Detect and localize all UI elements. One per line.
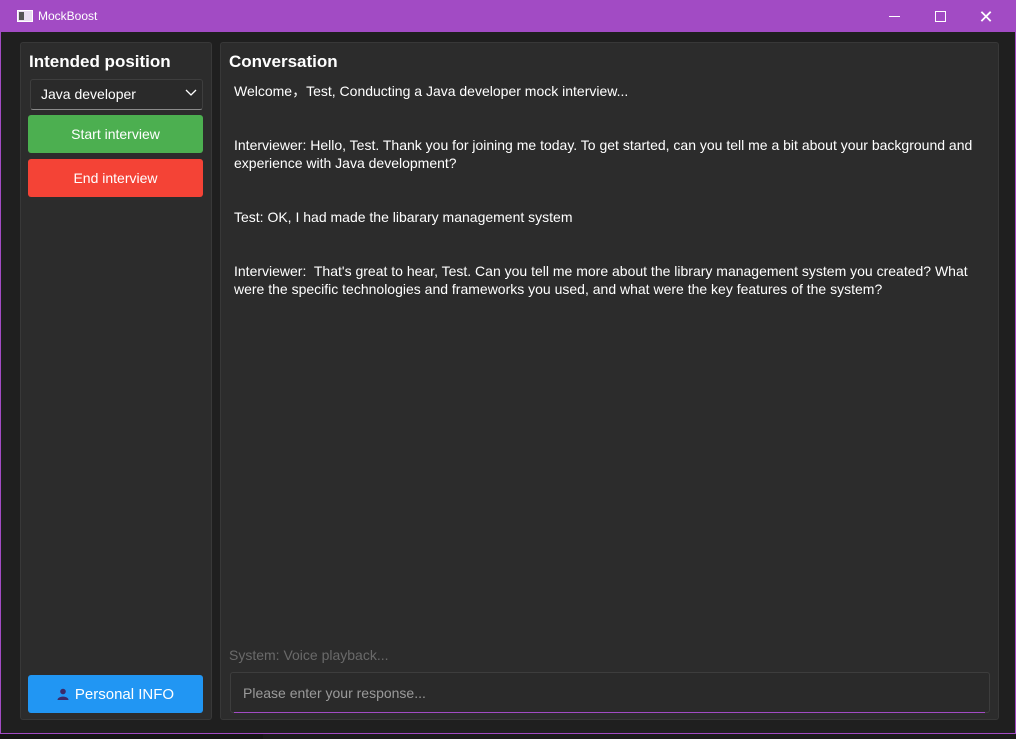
- app-window: MockBoost ✕ Intended position Java devel…: [0, 0, 1016, 734]
- response-input[interactable]: [230, 672, 990, 713]
- minimize-icon: [888, 16, 900, 17]
- close-button[interactable]: ✕: [963, 1, 1009, 32]
- user-icon: [57, 688, 69, 700]
- app-window-icon: [17, 10, 33, 22]
- conversation-panel: Conversation Welcome，Test, Conducting a …: [220, 42, 999, 720]
- message-item: Test: OK, I had made the libarary manage…: [234, 209, 573, 225]
- maximize-button[interactable]: [917, 1, 963, 32]
- personal-info-label: Personal INFO: [74, 685, 175, 703]
- position-select-value: Java developer: [41, 86, 136, 102]
- message-item: Interviewer: That's great to hear, Test.…: [234, 263, 972, 297]
- position-select[interactable]: Java developer: [30, 79, 203, 110]
- maximize-icon: [934, 11, 946, 22]
- message-item: Interviewer: Hello, Test. Thank you for …: [234, 137, 977, 171]
- conversation-heading: Conversation: [229, 52, 338, 71]
- personal-info-button[interactable]: Personal INFO: [28, 675, 203, 713]
- title-bar[interactable]: MockBoost ✕: [1, 1, 1015, 32]
- background-strip: [0, 734, 263, 739]
- input-focus-underline: [234, 712, 985, 713]
- position-panel: Intended position Java developer Start i…: [20, 42, 212, 720]
- minimize-button[interactable]: [871, 1, 917, 32]
- window-title: MockBoost: [38, 9, 98, 23]
- message-item: Welcome，Test, Conducting a Java develope…: [234, 83, 629, 99]
- position-heading: Intended position: [29, 52, 171, 71]
- conversation-log: Welcome，Test, Conducting a Java develope…: [234, 82, 989, 334]
- chevron-down-icon: [185, 89, 197, 96]
- close-icon: ✕: [978, 6, 994, 27]
- system-status: System: Voice playback...: [229, 647, 389, 663]
- start-interview-button[interactable]: Start interview: [28, 115, 203, 153]
- end-interview-button[interactable]: End interview: [28, 159, 203, 197]
